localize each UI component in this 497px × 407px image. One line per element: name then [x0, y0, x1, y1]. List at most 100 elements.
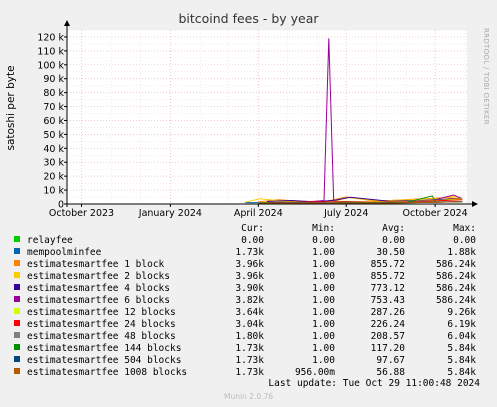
legend-label: estimatesmartfee 1 block — [27, 259, 165, 270]
legend-swatch — [14, 296, 20, 302]
legend-value-min: 1.00 — [312, 331, 335, 342]
legend-swatch — [14, 248, 20, 254]
legend-label: estimatesmartfee 12 blocks — [27, 307, 176, 318]
legend-label: estimatesmartfee 48 blocks — [27, 331, 176, 342]
legend-value-max: 1.88k — [447, 247, 476, 258]
legend-value-min: 1.00 — [312, 259, 335, 270]
legend-value-min: 1.00 — [312, 355, 335, 366]
legend-swatch — [14, 236, 20, 242]
legend-header-avg: Avg: — [382, 223, 405, 234]
last-update: Last update: Tue Oct 29 11:00:48 2024 — [268, 378, 480, 389]
y-tick-label: 100 k — [37, 60, 64, 71]
legend-value-cur: 3.64k — [235, 307, 264, 318]
legend-value-max: 5.84k — [447, 367, 476, 378]
legend-swatch — [14, 332, 20, 338]
legend-swatch — [14, 260, 20, 266]
legend-swatch — [14, 368, 20, 374]
legend-label: estimatesmartfee 4 blocks — [27, 283, 170, 294]
x-tick-label: January 2024 — [138, 208, 202, 219]
legend-value-cur: 3.04k — [235, 319, 264, 330]
y-tick-label: 70 k — [43, 102, 64, 113]
legend-value-max: 586.24k — [436, 283, 476, 294]
legend-value-cur: 1.73k — [235, 355, 264, 366]
fees-chart: bitcoind fees - by year satoshi per byte… — [5, 11, 490, 401]
y-tick-label: 30 k — [43, 158, 64, 169]
legend-label: relayfee — [27, 235, 73, 246]
legend-value-max: 5.84k — [447, 343, 476, 354]
x-tick-label: April 2024 — [234, 208, 283, 219]
chart-title: bitcoind fees - by year — [178, 11, 319, 26]
legend-value-cur: 3.96k — [235, 259, 264, 270]
legend-value-cur: 1.73k — [235, 367, 264, 378]
y-tick-label: 50 k — [43, 130, 64, 141]
legend-value-max: 586.24k — [436, 295, 476, 306]
plot-area — [67, 30, 467, 204]
y-tick-label: 120 k — [37, 32, 64, 43]
legend-value-avg: 208.57 — [371, 331, 405, 342]
legend-value-avg: 97.67 — [376, 355, 405, 366]
legend-value-cur: 0.00 — [241, 235, 264, 246]
legend-value-cur: 1.73k — [235, 247, 264, 258]
legend-label: mempoolminfee — [27, 247, 102, 258]
y-tick-label: 80 k — [43, 88, 64, 99]
legend-value-max: 5.84k — [447, 355, 476, 366]
legend-value-min: 1.00 — [312, 283, 335, 294]
legend-value-cur: 3.90k — [235, 283, 264, 294]
y-axis-label: satoshi per byte — [5, 65, 17, 150]
legend-value-max: 6.19k — [447, 319, 476, 330]
legend-swatch — [14, 308, 20, 314]
legend-swatch — [14, 344, 20, 350]
legend-swatch — [14, 284, 20, 290]
y-axis-arrow — [64, 20, 70, 26]
legend-value-min: 0.00 — [312, 235, 335, 246]
y-tick-label: 90 k — [43, 74, 64, 85]
x-tick-label: July 2024 — [323, 208, 368, 219]
legend-value-cur: 1.73k — [235, 343, 264, 354]
rrdtool-credit: RRDTOOL / TOBI OETIKER — [482, 28, 490, 125]
legend-swatch — [14, 356, 20, 362]
legend-header-min: Min: — [312, 223, 335, 234]
legend-value-avg: 753.43 — [371, 295, 405, 306]
legend-value-avg: 56.88 — [376, 367, 405, 378]
legend-value-min: 1.00 — [312, 307, 335, 318]
y-tick-label: 20 k — [43, 172, 64, 183]
legend-value-avg: 0.00 — [382, 235, 405, 246]
legend-value-avg: 30.50 — [376, 247, 405, 258]
munin-version: Munin 2.0.76 — [224, 392, 273, 401]
legend-value-max: 9.26k — [447, 307, 476, 318]
legend-value-avg: 773.12 — [371, 283, 405, 294]
legend-value-max: 0.00 — [453, 235, 476, 246]
legend-value-min: 1.00 — [312, 343, 335, 354]
x-tick-label: October 2024 — [403, 208, 468, 219]
y-tick-label: 40 k — [43, 144, 64, 155]
legend-value-avg: 287.26 — [371, 307, 406, 318]
legend-label: estimatesmartfee 504 blocks — [27, 355, 181, 366]
legend-label: estimatesmartfee 2 blocks — [27, 271, 170, 282]
legend-label: estimatesmartfee 144 blocks — [27, 343, 181, 354]
x-axis-arrow — [472, 201, 478, 207]
legend-value-cur: 1.80k — [235, 331, 264, 342]
legend-label: estimatesmartfee 24 blocks — [27, 319, 176, 330]
legend: Cur: Min: Avg: Max: relayfee 0.00 0.00 0.00 0.00… — [14, 223, 476, 378]
legend-value-avg: 226.24 — [371, 319, 406, 330]
y-tick-label: 10 k — [43, 186, 64, 197]
legend-value-max: 6.04k — [447, 331, 476, 342]
legend-value-min: 956.00m — [295, 367, 335, 378]
legend-label: estimatesmartfee 1008 blocks — [27, 367, 187, 378]
legend-header-cur: Cur: — [241, 223, 264, 234]
legend-label: estimatesmartfee 6 blocks — [27, 295, 170, 306]
legend-value-avg: 117.20 — [371, 343, 406, 354]
legend-swatch — [14, 320, 20, 326]
legend-value-min: 1.00 — [312, 295, 335, 306]
legend-value-min: 1.00 — [312, 247, 335, 258]
x-tick-label: October 2023 — [49, 208, 114, 219]
legend-header-max: Max: — [453, 223, 476, 234]
legend-value-min: 1.00 — [312, 319, 335, 330]
legend-value-cur: 3.82k — [235, 295, 264, 306]
y-tick-label: 110 k — [37, 46, 64, 57]
legend-value-avg: 855.72 — [371, 271, 405, 282]
legend-value-max: 586.24k — [436, 271, 476, 282]
legend-value-min: 1.00 — [312, 271, 335, 282]
legend-value-avg: 855.72 — [371, 259, 405, 270]
legend-value-cur: 3.96k — [235, 271, 264, 282]
